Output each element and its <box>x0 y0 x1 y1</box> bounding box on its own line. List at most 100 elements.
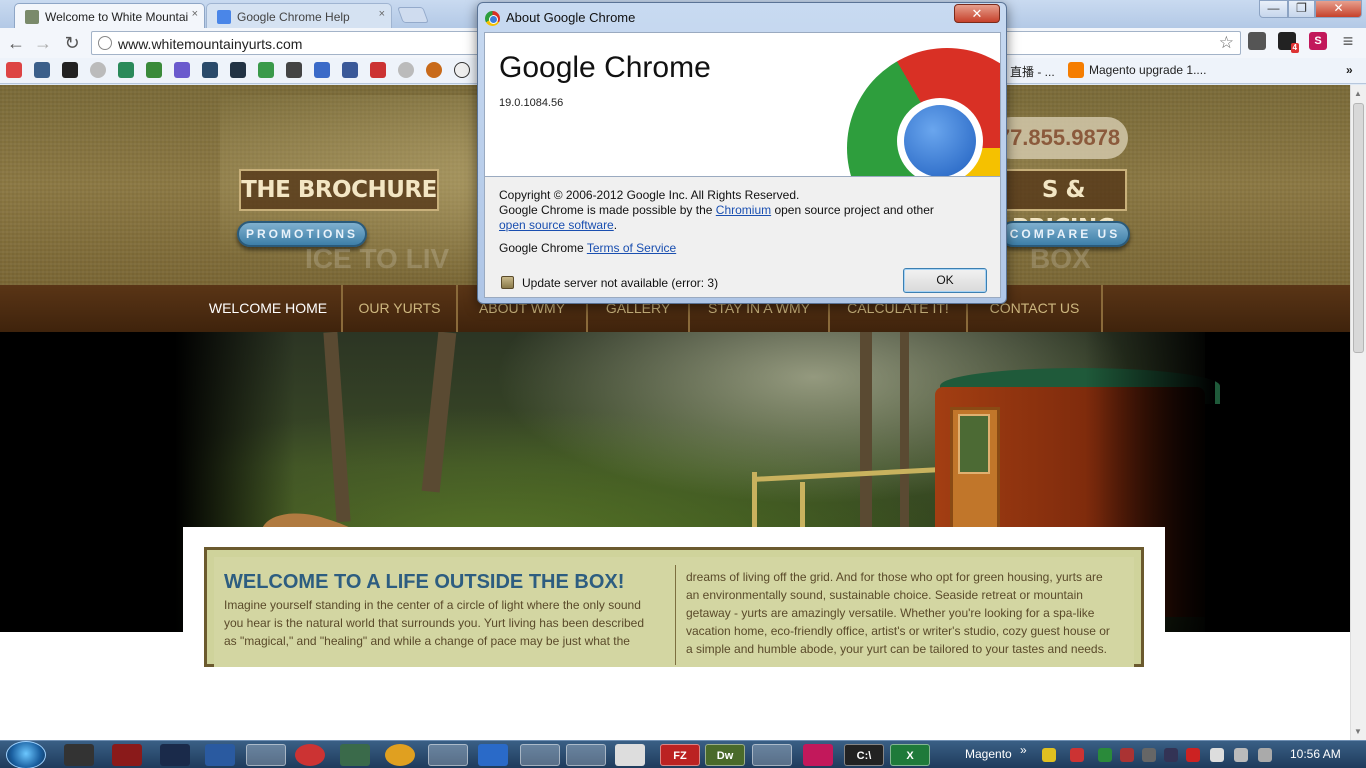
yurt-door-window <box>958 414 990 474</box>
taskbar-skype-icon[interactable] <box>428 744 468 766</box>
open-source-software-link[interactable]: open source software <box>499 218 614 232</box>
terms-of-service-link[interactable]: Terms of Service <box>587 241 676 255</box>
arrow-bookmark-icon[interactable] <box>118 62 134 78</box>
ok-button[interactable]: OK <box>903 268 987 293</box>
taskbar-chrome-icon[interactable] <box>520 744 560 766</box>
tray-icon[interactable] <box>1098 748 1112 762</box>
made-possible-suffix: open source project and other <box>771 203 934 217</box>
tray-icon[interactable] <box>1120 748 1134 762</box>
joomla-bookmark-icon[interactable] <box>62 62 78 78</box>
tray-device-icon[interactable] <box>1210 748 1224 762</box>
tray-shield-icon[interactable] <box>1186 748 1200 762</box>
soccer-bookmark-icon[interactable] <box>454 62 470 78</box>
windows-taskbar: FZ Dw C:\ X Magento » 10:56 AM <box>0 740 1366 768</box>
maximize-button[interactable]: ❐ <box>1288 0 1315 18</box>
taskbar-terminal-icon[interactable]: C:\ <box>844 744 884 766</box>
taskbar-media-player-icon[interactable] <box>246 744 286 766</box>
scroll-down-arrow-icon[interactable]: ▼ <box>1354 727 1362 736</box>
castle-bookmark-icon[interactable] <box>230 62 246 78</box>
k-bookmark-icon[interactable] <box>34 62 50 78</box>
globe-bookmark-icon[interactable] <box>90 62 106 78</box>
taskbar-dreamweaver-icon[interactable]: Dw <box>705 744 745 766</box>
tray-icon[interactable] <box>1070 748 1084 762</box>
tray-icon[interactable] <box>1142 748 1156 762</box>
dialog-close-button[interactable]: ✕ <box>954 4 1000 23</box>
update-status-text: Update server not available (error: 3) <box>522 276 719 290</box>
taskbar-app-icon[interactable] <box>160 744 190 766</box>
minimize-button[interactable]: — <box>1259 0 1288 18</box>
taskbar-app-icon[interactable] <box>803 744 833 766</box>
back-button[interactable]: ← <box>5 32 27 54</box>
taskbar-app-icon[interactable] <box>205 744 235 766</box>
bookmark-live[interactable]: 直播 - ... <box>1010 63 1055 80</box>
brochure-button[interactable]: THE BROCHURE <box>239 169 439 211</box>
s-bookmark-icon[interactable] <box>202 62 218 78</box>
taskbar-ie-icon[interactable] <box>478 744 508 766</box>
tos-prefix: Google Chrome <box>499 241 587 255</box>
tray-network-icon[interactable] <box>1234 748 1248 762</box>
tray-icon[interactable] <box>1164 748 1178 762</box>
globe-icon <box>98 36 112 50</box>
start-button-icon[interactable] <box>6 741 46 768</box>
tab-chrome-help[interactable]: Google Chrome Help × <box>206 3 392 28</box>
new-tab-button[interactable] <box>397 7 429 23</box>
welcome-left-line-3: as "magical," and "healing" and while a … <box>224 634 630 648</box>
tray-overflow-button[interactable]: » <box>1020 743 1027 757</box>
reload-button[interactable]: ↻ <box>61 32 83 54</box>
taskbar-app-icon[interactable] <box>385 744 415 766</box>
taskbar-clock[interactable]: 10:56 AM <box>1290 747 1341 761</box>
nav-our-yurts[interactable]: OUR YURTS <box>343 285 458 332</box>
welcome-right-line-3: getaway - yurts are amazingly versatile.… <box>686 606 1095 620</box>
puzzle-bookmark-icon[interactable] <box>174 62 190 78</box>
nav-welcome-home[interactable]: WELCOME HOME <box>195 285 343 332</box>
bookmarks-overflow-button[interactable]: » <box>1346 63 1353 77</box>
facebook-bookmark-icon[interactable] <box>342 62 358 78</box>
chrome-menu-button[interactable]: ≡ <box>1339 32 1357 50</box>
circle-bookmark-icon[interactable] <box>314 62 330 78</box>
leaf-bookmark-icon[interactable] <box>146 62 162 78</box>
tray-icon[interactable] <box>1042 748 1056 762</box>
extension-check-icon[interactable]: 4 <box>1278 32 1299 53</box>
globe2-bookmark-icon[interactable] <box>398 62 414 78</box>
tab-label: Welcome to White Mountai <box>45 10 189 24</box>
welcome-right-line-2: an environmentally sound, sustainable ch… <box>686 588 1083 602</box>
star-bookmark-icon[interactable] <box>426 62 442 78</box>
pricing-button[interactable]: S & PRICING <box>1000 169 1127 241</box>
chromium-link[interactable]: Chromium <box>716 203 771 217</box>
taskbar-app-icon[interactable] <box>340 744 370 766</box>
taskbar-firefox-icon[interactable] <box>566 744 606 766</box>
tab-close-icon[interactable]: × <box>192 8 198 20</box>
shield-bookmark-icon[interactable] <box>258 62 274 78</box>
tab-white-mountain-yurts[interactable]: Welcome to White Mountai × <box>14 3 205 28</box>
oss-text: open source software. <box>499 218 617 232</box>
scrollbar-thumb[interactable] <box>1353 103 1364 353</box>
owl-bookmark-icon[interactable] <box>286 62 302 78</box>
scroll-up-arrow-icon[interactable]: ▲ <box>1354 89 1362 98</box>
extension-s-icon[interactable]: S <box>1309 32 1327 50</box>
taskbar-excel-icon[interactable]: X <box>890 744 930 766</box>
taskbar-app-icon[interactable] <box>112 744 142 766</box>
url-text[interactable]: www.whitemountainyurts.com <box>118 36 302 52</box>
forward-button[interactable]: → <box>32 32 54 54</box>
tray-magento-label[interactable]: Magento <box>965 747 1012 761</box>
tray-volume-icon[interactable] <box>1258 748 1272 762</box>
taskbar-app-icon[interactable] <box>64 744 94 766</box>
welcome-heading: WELCOME TO A LIFE OUTSIDE THE BOX! <box>224 571 625 593</box>
about-chrome-dialog: About Google Chrome ✕ Google Chrome 19.0… <box>477 2 1007 304</box>
header-tagline-left: ICE TO LIV <box>305 243 450 274</box>
gmail-bookmark-icon[interactable] <box>6 62 22 78</box>
welcome-right-line-4: vacation home, eco-friendly office, arti… <box>686 624 1110 638</box>
taskbar-app-icon[interactable] <box>615 744 645 766</box>
blogger-bookmark-icon[interactable] <box>1068 62 1084 78</box>
bookmark-star-icon[interactable]: ☆ <box>1219 33 1234 53</box>
page-scrollbar[interactable]: ▲ ▼ <box>1350 85 1366 740</box>
taskbar-app-icon[interactable] <box>295 744 325 766</box>
taskbar-filezilla-icon[interactable]: FZ <box>660 744 700 766</box>
bookmark-magento-upgrade[interactable]: Magento upgrade 1.... <box>1089 63 1206 77</box>
taskbar-notepad-icon[interactable] <box>752 744 792 766</box>
extension-bug-icon[interactable] <box>1248 32 1266 50</box>
version-number: 19.0.1084.56 <box>499 97 564 109</box>
window-close-button[interactable]: ✕ <box>1315 0 1362 18</box>
tab-close-icon[interactable]: × <box>379 8 385 20</box>
red-logo-bookmark-icon[interactable] <box>370 62 386 78</box>
